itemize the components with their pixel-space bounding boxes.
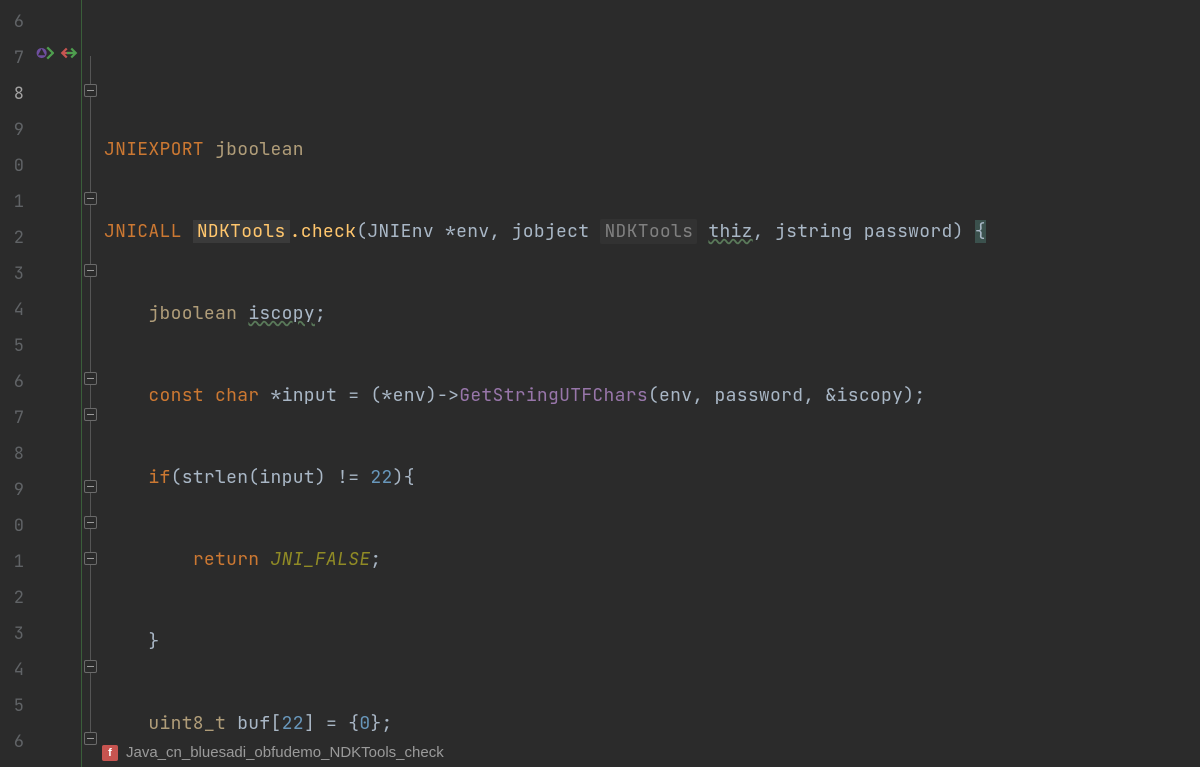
fold-toggle-icon[interactable] (84, 372, 97, 385)
line-number[interactable]: 8 (0, 76, 30, 112)
fold-toggle-icon[interactable] (84, 408, 97, 421)
code-line[interactable]: JNICALL NDKTools.check(JNIEnv *env, jobj… (100, 214, 1200, 250)
code-line[interactable]: jboolean iscopy; (100, 296, 1200, 332)
fold-toggle-icon[interactable] (84, 480, 97, 493)
line-number[interactable]: 2 (0, 580, 30, 616)
line-number[interactable]: 2 (0, 220, 30, 256)
fold-toggle-icon[interactable] (84, 192, 97, 205)
line-number[interactable]: 6 (0, 364, 30, 400)
code-line[interactable]: } (100, 624, 1200, 660)
line-number[interactable]: 3 (0, 616, 30, 652)
code-line[interactable]: JNIEXPORT jboolean (100, 132, 1200, 168)
line-number[interactable]: 1 (0, 184, 30, 220)
line-number[interactable]: 1 (0, 544, 30, 580)
fold-toggle-icon[interactable] (84, 732, 97, 745)
fold-toggle-icon[interactable] (84, 552, 97, 565)
fold-toggle-icon[interactable] (84, 264, 97, 277)
line-number[interactable]: 4 (0, 652, 30, 688)
fold-guide-line (90, 56, 91, 741)
function-icon: f (102, 745, 118, 761)
fold-toggle-icon[interactable] (84, 660, 97, 673)
line-number[interactable]: 0 (0, 148, 30, 184)
fold-gutter[interactable] (82, 0, 100, 767)
code-area[interactable]: JNIEXPORT jboolean JNICALL NDKTools.chec… (100, 0, 1200, 767)
line-number[interactable]: 5 (0, 328, 30, 364)
line-number[interactable]: 0 (0, 508, 30, 544)
inlay-hint: NDKTools (600, 219, 697, 244)
line-number-gutter[interactable]: 6 7 8 9 0 1 2 3 4 5 6 7 8 9 0 1 2 3 4 5 … (0, 0, 30, 767)
line-number[interactable]: 9 (0, 112, 30, 148)
recursive-call-icon[interactable] (60, 44, 78, 62)
implementing-method-icon[interactable] (36, 44, 54, 62)
line-number[interactable]: 7 (0, 400, 30, 436)
line-number[interactable]: 6 (0, 724, 30, 760)
breadcrumb-label[interactable]: Java_cn_bluesadi_obfudemo_NDKTools_check (126, 739, 444, 767)
gutter-icons-column (30, 0, 82, 767)
code-line[interactable]: return JNI_FALSE; (100, 542, 1200, 578)
code-line[interactable] (100, 50, 1200, 86)
code-line[interactable]: uint8_t buf[22] = {0}; (100, 706, 1200, 742)
fold-toggle-icon[interactable] (84, 516, 97, 529)
breadcrumb-bar[interactable]: f Java_cn_bluesadi_obfudemo_NDKTools_che… (102, 739, 444, 767)
code-line[interactable]: const char *input = (*env)->GetStringUTF… (100, 378, 1200, 414)
line-number[interactable]: 5 (0, 688, 30, 724)
line-number[interactable]: 8 (0, 436, 30, 472)
line-number[interactable]: 6 (0, 4, 30, 40)
code-line[interactable]: if(strlen(input) != 22){ (100, 460, 1200, 496)
line-number[interactable]: 3 (0, 256, 30, 292)
fold-toggle-icon[interactable] (84, 84, 97, 97)
line-number[interactable]: 4 (0, 292, 30, 328)
line-number[interactable]: 7 (0, 40, 30, 76)
line-number[interactable]: 9 (0, 472, 30, 508)
code-editor[interactable]: 6 7 8 9 0 1 2 3 4 5 6 7 8 9 0 1 2 3 4 5 … (0, 0, 1200, 767)
